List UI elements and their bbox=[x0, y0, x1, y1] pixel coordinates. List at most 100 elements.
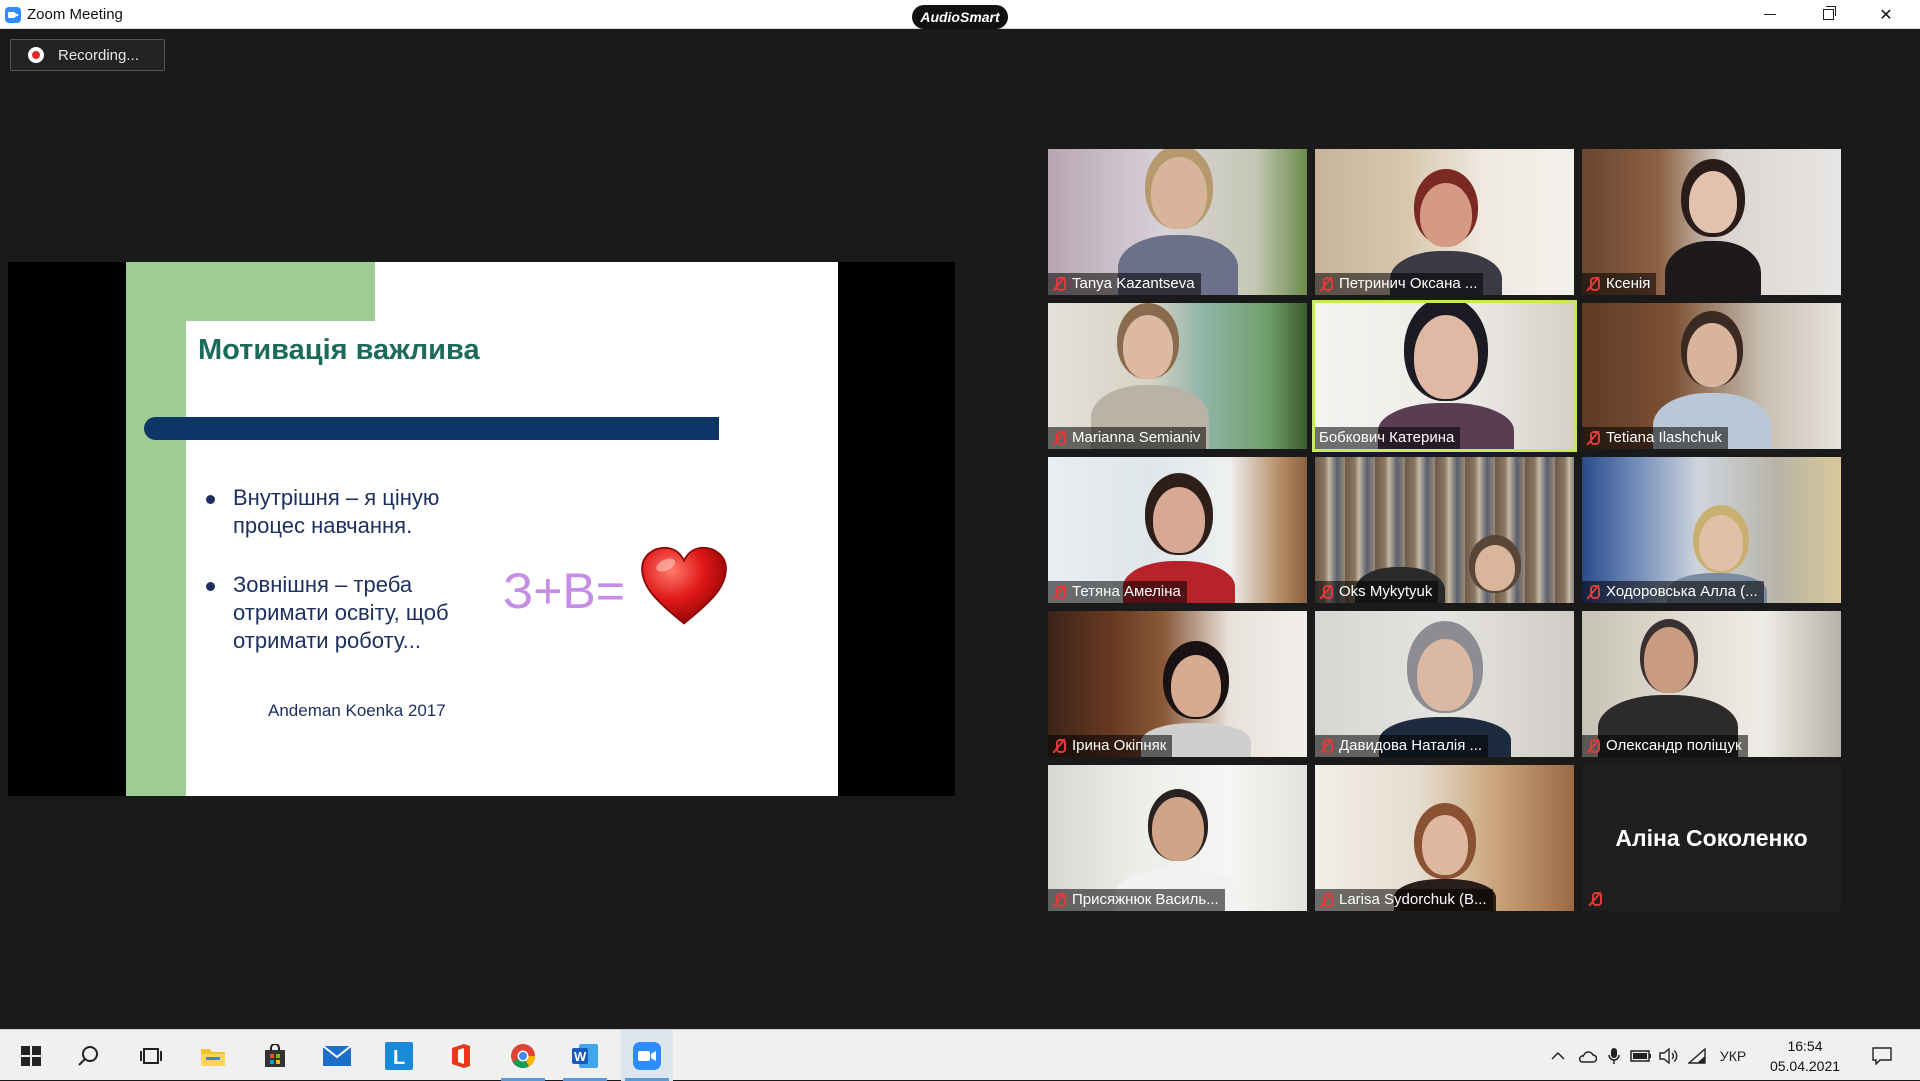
windows-taskbar: L W УКР 16:54 05.04.2021 bbox=[0, 1029, 1920, 1081]
mail-button[interactable] bbox=[311, 1030, 363, 1081]
participant-face bbox=[1474, 545, 1515, 591]
participant-face bbox=[1170, 655, 1221, 717]
participant-tile[interactable]: Присяжнюк Василь... bbox=[1048, 765, 1307, 911]
slide-bullet-list: Внутрішня – я ціную процес навчання. Зов… bbox=[206, 484, 496, 686]
participant-nameplate: Петринич Оксана ... bbox=[1315, 273, 1484, 295]
close-button[interactable]: ✕ bbox=[1857, 0, 1915, 29]
participant-nameplate: Oks Mykytyuk bbox=[1315, 581, 1439, 603]
participant-video bbox=[1647, 149, 1777, 295]
mic-muted-icon bbox=[1319, 892, 1333, 908]
participant-tile[interactable]: Larisa Sydorchuk (B... bbox=[1315, 765, 1574, 911]
task-view-icon bbox=[140, 1047, 162, 1064]
minimize-button[interactable] bbox=[1741, 0, 1799, 29]
close-icon: ✕ bbox=[1879, 6, 1893, 24]
shared-screen: Мотивація важлива Внутрішня – я ціную пр… bbox=[8, 262, 955, 796]
taskbar-clock[interactable]: 16:54 05.04.2021 bbox=[1762, 1036, 1848, 1076]
participant-face bbox=[1122, 315, 1173, 379]
participant-face bbox=[1413, 315, 1478, 399]
restore-button[interactable] bbox=[1799, 0, 1857, 29]
svg-text:L: L bbox=[393, 1047, 405, 1069]
speaker-icon bbox=[1659, 1047, 1678, 1064]
participant-nameplate: Присяжнюк Василь... bbox=[1048, 889, 1225, 911]
mail-icon bbox=[323, 1045, 351, 1066]
participant-nameplate: Tanya Kazantseva bbox=[1048, 273, 1201, 295]
slide-title: Мотивація важлива bbox=[198, 334, 480, 366]
mic-muted-icon bbox=[1052, 430, 1066, 446]
participant-face bbox=[1698, 515, 1743, 571]
participant-name: Tetiana Ilashchuk bbox=[1606, 429, 1722, 446]
slide-accent-top bbox=[126, 262, 375, 321]
participant-name: Олександр поліщук bbox=[1606, 737, 1742, 754]
participant-tile[interactable]: Oks Mykytyuk bbox=[1315, 457, 1574, 603]
action-center-button[interactable] bbox=[1862, 1030, 1902, 1081]
wifi-icon bbox=[1688, 1047, 1706, 1064]
store-icon bbox=[265, 1043, 285, 1067]
chrome-button[interactable] bbox=[497, 1030, 549, 1081]
participant-tile[interactable]: Tetiana Ilashchuk bbox=[1582, 303, 1841, 449]
participant-display-name: Аліна Соколенко bbox=[1615, 825, 1808, 851]
volume-button[interactable] bbox=[1655, 1030, 1683, 1081]
participant-name: Присяжнюк Василь... bbox=[1072, 891, 1219, 908]
participant-tile[interactable]: Marianna Semianiv bbox=[1048, 303, 1307, 449]
audiosmart-badge[interactable]: AudioSmart bbox=[912, 5, 1008, 29]
participant-tile[interactable]: Tanya Kazantseva bbox=[1048, 149, 1307, 295]
mic-muted-icon bbox=[1052, 738, 1066, 754]
file-explorer-button[interactable] bbox=[187, 1030, 239, 1081]
participant-tile[interactable]: Олександр поліщук bbox=[1582, 611, 1841, 757]
clock-time: 16:54 bbox=[1787, 1038, 1823, 1054]
battery-button[interactable] bbox=[1627, 1030, 1655, 1081]
minimize-icon bbox=[1764, 14, 1776, 15]
participant-name: Ірина Окіпняк bbox=[1072, 737, 1167, 754]
store-button[interactable] bbox=[249, 1030, 301, 1081]
participant-tile[interactable]: Ксенія bbox=[1582, 149, 1841, 295]
zoom-taskbar-button[interactable] bbox=[621, 1030, 673, 1081]
clock-date: 05.04.2021 bbox=[1769, 1058, 1841, 1074]
microphone-button[interactable] bbox=[1601, 1030, 1627, 1081]
record-icon bbox=[28, 47, 44, 63]
mic-muted-icon bbox=[1319, 738, 1333, 754]
battery-icon bbox=[1630, 1049, 1651, 1062]
participant-tile[interactable]: Тетяна Амеліна bbox=[1048, 457, 1307, 603]
task-view-button[interactable] bbox=[125, 1030, 177, 1081]
participant-name: Marianna Semianiv bbox=[1072, 429, 1201, 446]
recording-label: Recording... bbox=[58, 46, 139, 64]
slide-accent-left bbox=[126, 262, 186, 796]
heart-icon bbox=[641, 546, 727, 625]
participant-name: Тетяна Амеліна bbox=[1072, 583, 1181, 600]
show-hidden-icons-button[interactable] bbox=[1543, 1030, 1573, 1081]
participant-nameplate: Ксенія bbox=[1582, 273, 1657, 295]
l-app-button[interactable]: L bbox=[373, 1030, 425, 1081]
network-button[interactable] bbox=[1683, 1030, 1711, 1081]
mic-muted-icon bbox=[1586, 584, 1600, 600]
participant-name: Бобкович Катерина bbox=[1319, 429, 1455, 446]
mic-muted-icon bbox=[1052, 892, 1066, 908]
participant-tile[interactable]: Петринич Оксана ... bbox=[1315, 149, 1574, 295]
word-button[interactable]: W bbox=[559, 1030, 611, 1081]
mic-muted-icon bbox=[1052, 584, 1066, 600]
window-title: Zoom Meeting bbox=[27, 6, 123, 23]
slide-bullet: Зовнішня – треба отримати освіту, щоб от… bbox=[206, 571, 496, 655]
participant-face bbox=[1643, 627, 1694, 693]
language-indicator[interactable]: УКР bbox=[1711, 1030, 1755, 1081]
participant-tile-active-speaker[interactable]: Бобкович Катерина bbox=[1312, 300, 1577, 452]
participant-tile[interactable]: Ірина Окіпняк bbox=[1048, 611, 1307, 757]
office-button[interactable] bbox=[435, 1030, 487, 1081]
recording-indicator[interactable]: Recording... bbox=[10, 39, 165, 71]
start-button[interactable] bbox=[5, 1030, 57, 1081]
participant-tile-video-off[interactable]: Аліна Соколенко bbox=[1582, 765, 1841, 911]
slide-formula: З+В= bbox=[503, 563, 625, 619]
participant-face bbox=[1416, 639, 1473, 711]
participant-tile[interactable]: Давидова Наталія ... bbox=[1315, 611, 1574, 757]
participant-tile[interactable]: Ходоровська Алла (... bbox=[1582, 457, 1841, 603]
search-button[interactable] bbox=[63, 1030, 115, 1081]
folder-icon bbox=[201, 1048, 225, 1066]
notification-icon bbox=[1872, 1046, 1892, 1065]
word-icon: W bbox=[572, 1043, 598, 1068]
participant-face bbox=[1151, 797, 1204, 861]
onedrive-button[interactable] bbox=[1573, 1030, 1601, 1081]
participant-face bbox=[1152, 487, 1205, 553]
chrome-icon bbox=[511, 1043, 535, 1068]
participant-name: Давидова Наталія ... bbox=[1339, 737, 1483, 754]
mic-muted-icon bbox=[1586, 276, 1600, 292]
mic-muted-icon bbox=[1586, 430, 1600, 446]
